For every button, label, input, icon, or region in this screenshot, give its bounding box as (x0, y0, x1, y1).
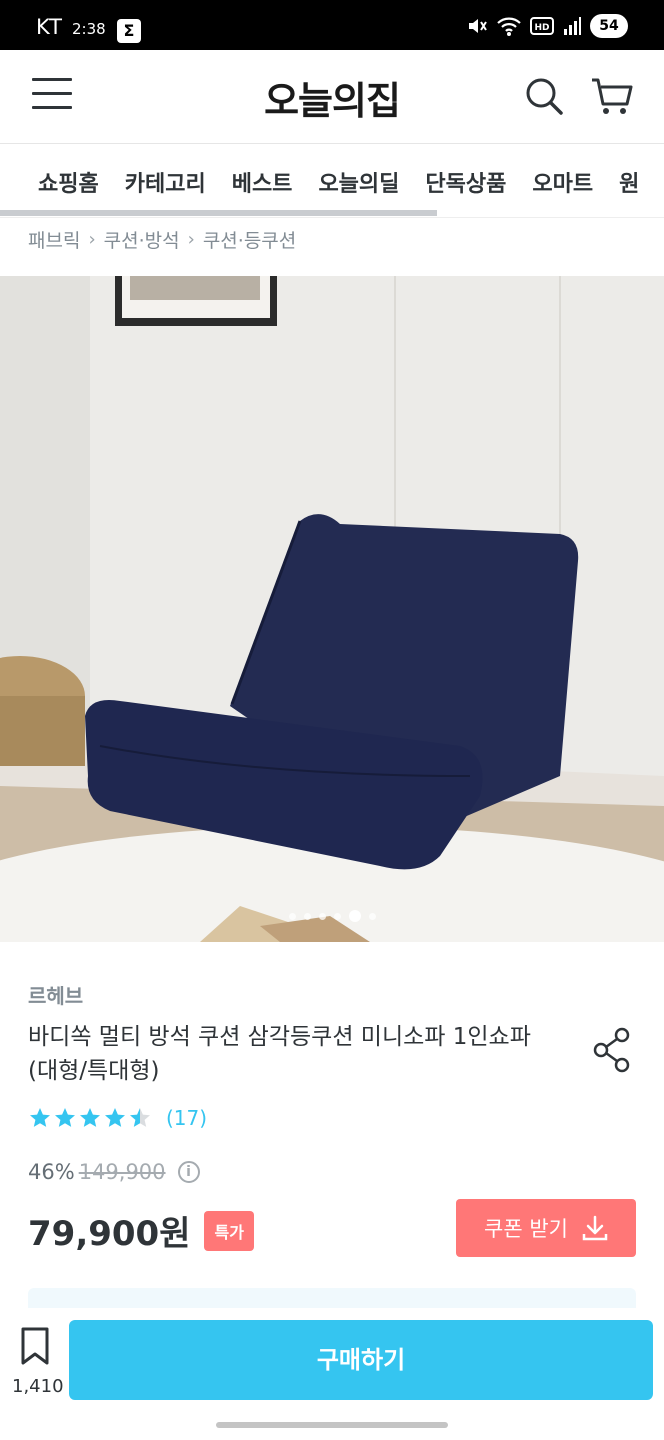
breadcrumb-item[interactable]: 쿠션·등쿠션 (203, 226, 296, 253)
download-icon (582, 1215, 608, 1241)
tab-next[interactable]: 원 (619, 166, 639, 198)
search-icon[interactable] (524, 76, 564, 116)
coupon-label: 쿠폰 받기 (484, 1217, 568, 1241)
bookmark-count: 1,410 (12, 1376, 64, 1397)
coupon-button[interactable]: 쿠폰 받기 (456, 1199, 636, 1257)
sale-price: 79,900원 (28, 1214, 191, 1254)
bookmark-button[interactable]: 1,410 (12, 1326, 64, 1397)
discount-row: 46% 149,900 i (28, 1160, 200, 1184)
mute-icon (469, 19, 487, 33)
info-icon[interactable]: i (177, 1161, 200, 1183)
brand-name[interactable]: 르헤브 (28, 980, 83, 1009)
bottom-action-bar: 1,410 구매하기 (0, 1308, 664, 1440)
star-icon (130, 1108, 150, 1127)
share-icon[interactable] (592, 1026, 632, 1074)
app-logo[interactable]: 오늘의집 (0, 70, 664, 125)
buy-button[interactable]: 구매하기 (69, 1320, 653, 1400)
tab-omart[interactable]: 오마트 (532, 166, 593, 198)
product-image-carousel[interactable] (0, 276, 664, 942)
special-badge: 특가 (204, 1210, 254, 1251)
carousel-dot (333, 912, 341, 920)
tab-todays-deal[interactable]: 오늘의딜 (318, 166, 399, 198)
star-rating-icon (30, 1108, 150, 1127)
carrier-label: KT (36, 15, 63, 39)
category-nav: 쇼핑홈 카테고리 베스트 오늘의딜 단독상품 오마트 원 (0, 144, 664, 218)
svg-text:HD: HD (534, 23, 549, 33)
app-header: 오늘의집 (0, 50, 664, 144)
sigma-app-icon: Σ (117, 19, 141, 43)
carousel-dot (303, 912, 311, 920)
carousel-dot-active (348, 910, 361, 922)
carousel-dot (288, 912, 296, 920)
star-icon (55, 1108, 75, 1127)
review-count[interactable]: (17) (166, 1106, 207, 1130)
rating-stars[interactable]: (17) (28, 1106, 207, 1130)
tab-best[interactable]: 베스트 (232, 166, 293, 198)
discount-rate: 46% (28, 1160, 75, 1184)
chevron-right-icon: › (88, 228, 96, 250)
wifi-icon (497, 17, 521, 36)
star-icon (30, 1108, 50, 1127)
carousel-dot (318, 912, 326, 920)
product-photo (0, 276, 664, 942)
star-icon (80, 1108, 100, 1127)
price-row: 79,900원 특가 (28, 1206, 254, 1255)
bookmark-icon (21, 1327, 49, 1365)
nav-scroll-indicator (0, 210, 437, 216)
status-time: 2:38 (72, 20, 106, 38)
cart-icon[interactable] (590, 74, 634, 118)
hd-icon: HD (530, 17, 554, 35)
home-indicator[interactable] (216, 1422, 448, 1428)
product-title: 바디쏙 멀티 방석 쿠션 삼각등쿠션 미니소파 1인쇼파 (대형/특대형) (28, 1024, 531, 1084)
status-icons: HD 54 (466, 14, 628, 38)
chevron-right-icon: › (187, 228, 195, 250)
tab-shopping-home[interactable]: 쇼핑홈 (38, 166, 99, 198)
breadcrumb-item[interactable]: 쿠션·방석 (104, 226, 180, 253)
carousel-indicator (0, 910, 664, 922)
tab-exclusive[interactable]: 단독상품 (425, 166, 506, 198)
carousel-dot (368, 912, 376, 920)
star-icon (105, 1108, 125, 1127)
breadcrumb-item[interactable]: 패브릭 (28, 226, 80, 253)
status-bar: KT 2:38 Σ HD 54 (0, 0, 664, 50)
tab-category[interactable]: 카테고리 (125, 166, 206, 198)
breadcrumb: 패브릭 › 쿠션·방석 › 쿠션·등쿠션 (28, 224, 296, 254)
signal-icon (564, 17, 581, 35)
original-price: 149,900 (78, 1160, 166, 1184)
battery-indicator: 54 (590, 14, 628, 38)
